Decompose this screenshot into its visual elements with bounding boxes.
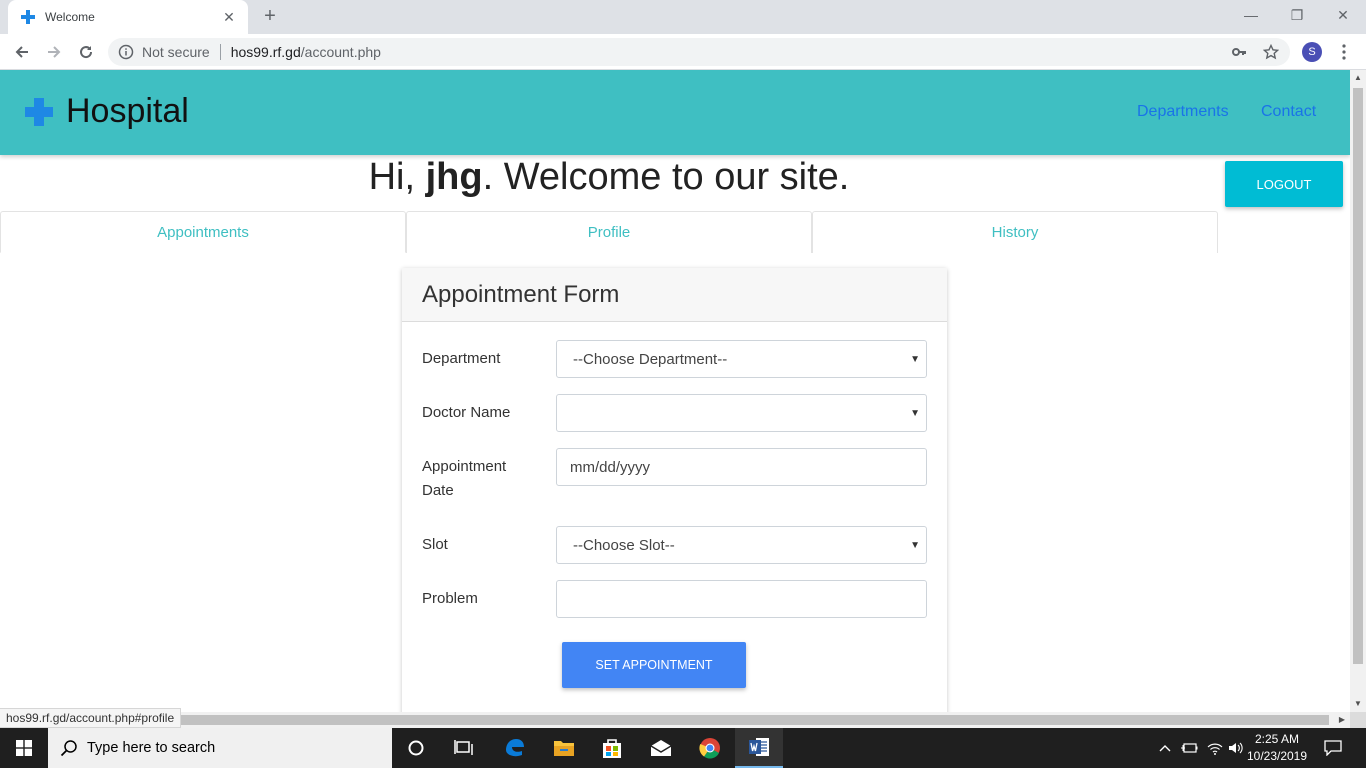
mail-icon[interactable] [637, 728, 685, 768]
taskbar-search-box[interactable]: Type here to search [48, 728, 392, 768]
show-hidden-icons[interactable] [1156, 728, 1174, 768]
notification-center-icon[interactable] [1318, 728, 1348, 768]
search-icon [60, 740, 77, 757]
scroll-right-icon[interactable]: ▶ [1334, 712, 1350, 728]
taskbar-clock[interactable]: 2:25 AM 10/23/2019 [1246, 731, 1308, 765]
cortana-icon[interactable] [392, 728, 440, 768]
username: jhg [425, 156, 483, 198]
appointment-form-card: Appointment Form Department --Choose Dep… [402, 268, 947, 712]
more-menu-icon[interactable] [1334, 40, 1354, 64]
dropdown-caret-icon: ▼ [910, 354, 920, 365]
chrome-icon[interactable] [686, 728, 734, 768]
browser-tabstrip: Welcome ✕ + — ❐ ✕ [0, 0, 1366, 34]
task-view-icon[interactable] [440, 728, 488, 768]
close-window-icon[interactable]: ✕ [1320, 0, 1366, 30]
store-icon[interactable] [588, 728, 636, 768]
appointment-date-value: mm/dd/yyyy [570, 458, 651, 476]
vertical-scroll-thumb[interactable] [1353, 88, 1363, 664]
new-tab-icon[interactable]: + [258, 4, 282, 28]
windows-taskbar: Type here to search 2:25 AM 10/23/2019 [0, 728, 1366, 768]
site-header: Hospital Departments Contact [0, 70, 1350, 155]
security-label: Not secure [142, 44, 210, 60]
status-bar-url: hos99.rf.gd/account.php#profile [0, 708, 182, 728]
department-select[interactable]: --Choose Department-- ▼ [556, 340, 927, 378]
windows-start-icon[interactable] [0, 728, 48, 768]
volume-icon[interactable] [1226, 728, 1246, 768]
horizontal-scrollbar[interactable]: ▶ [0, 712, 1350, 728]
logout-button[interactable]: LOGOUT [1225, 161, 1343, 207]
bookmark-star-icon[interactable] [1261, 42, 1281, 62]
problem-input[interactable] [556, 580, 927, 618]
slot-value: --Choose Slot-- [573, 536, 675, 554]
doctor-name-label: Doctor Name [422, 404, 511, 421]
edge-icon[interactable] [491, 728, 539, 768]
wifi-icon[interactable] [1204, 728, 1226, 768]
address-bar[interactable]: Not secure hos99.rf.gd/account.php [108, 38, 1290, 66]
tab-title: Welcome [45, 10, 95, 24]
page-viewport: Hospital Departments Contact Hi, jhg. We… [0, 70, 1350, 712]
welcome-heading: Hi, jhg. Welcome to our site. [0, 156, 1218, 199]
brand-name: Hospital [66, 92, 189, 130]
tab-appointments[interactable]: Appointments [0, 211, 406, 253]
hospital-cross-favicon-icon [21, 10, 35, 24]
tab-profile[interactable]: Profile [406, 211, 812, 253]
battery-icon[interactable] [1178, 728, 1200, 768]
tab-history[interactable]: History [812, 211, 1218, 253]
form-title: Appointment Form [402, 268, 947, 322]
minimize-icon[interactable]: — [1228, 0, 1274, 30]
dropdown-caret-icon: ▼ [910, 540, 920, 551]
file-explorer-icon[interactable] [540, 728, 588, 768]
word-icon[interactable] [735, 728, 783, 768]
reload-icon[interactable] [74, 40, 98, 64]
account-tabs: Appointments Profile History [0, 211, 1218, 253]
search-placeholder: Type here to search [87, 740, 216, 756]
slot-label: Slot [422, 536, 448, 553]
brand[interactable]: Hospital [24, 92, 189, 131]
horizontal-scroll-thumb[interactable] [2, 715, 1329, 725]
back-icon[interactable] [10, 40, 34, 64]
problem-label: Problem [422, 590, 478, 607]
appointment-date-label: Appointment Date [422, 458, 507, 499]
dropdown-caret-icon: ▼ [910, 408, 920, 419]
department-value: --Choose Department-- [573, 350, 728, 368]
info-icon[interactable] [118, 44, 134, 60]
nav-contact-link[interactable]: Contact [1261, 103, 1316, 121]
address-separator [219, 44, 221, 60]
url-path: /account.php [300, 44, 381, 60]
tab-close-icon[interactable]: ✕ [220, 9, 238, 26]
clock-time: 2:25 AM [1254, 732, 1300, 746]
scroll-corner [1350, 712, 1366, 728]
browser-toolbar: Not secure hos99.rf.gd/account.php S [0, 34, 1366, 70]
greeting-suffix: . Welcome to our site. [482, 156, 850, 198]
browser-tab[interactable]: Welcome ✕ [8, 0, 248, 34]
hospital-cross-icon [25, 97, 53, 126]
vertical-scrollbar[interactable]: ▲ ▼ [1350, 70, 1366, 712]
restore-icon[interactable]: ❐ [1274, 0, 1320, 30]
forward-icon[interactable] [42, 40, 66, 64]
profile-avatar[interactable]: S [1302, 42, 1322, 62]
url-host: hos99.rf.gd [230, 44, 301, 60]
department-label: Department [422, 350, 501, 367]
doctor-name-select[interactable]: ▼ [556, 394, 927, 432]
appointment-date-input[interactable]: mm/dd/yyyy [556, 448, 927, 486]
key-icon[interactable] [1229, 42, 1249, 62]
nav-departments-link[interactable]: Departments [1137, 103, 1229, 121]
scroll-down-icon[interactable]: ▼ [1350, 696, 1366, 712]
slot-select[interactable]: --Choose Slot-- ▼ [556, 526, 927, 564]
set-appointment-button[interactable]: SET APPOINTMENT [562, 642, 746, 688]
scroll-up-icon[interactable]: ▲ [1350, 70, 1366, 86]
greeting-prefix: Hi, [368, 156, 426, 198]
clock-date: 10/23/2019 [1246, 749, 1308, 763]
